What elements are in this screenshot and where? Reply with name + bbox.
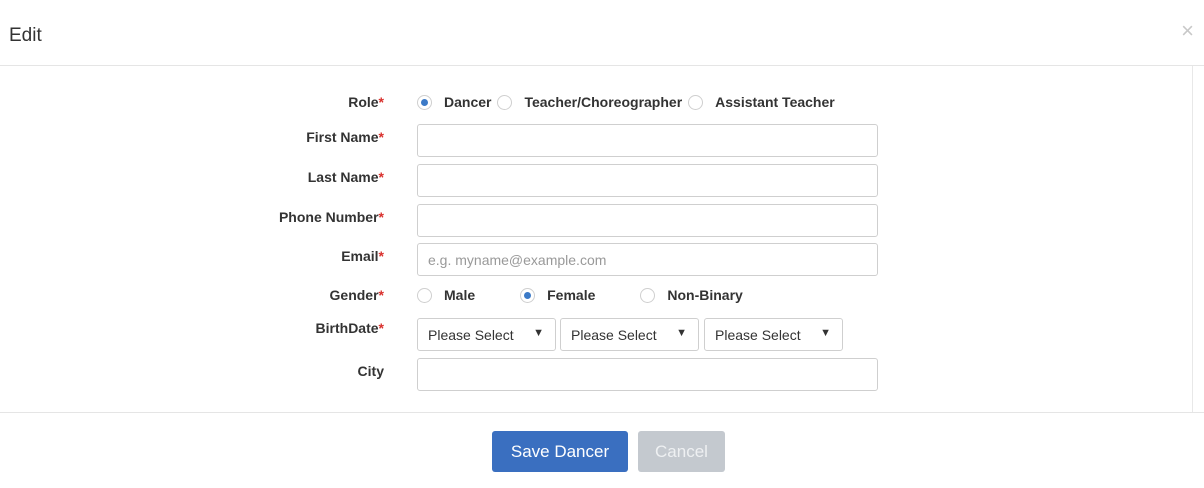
first-name-label: First Name* <box>306 129 384 145</box>
gender-option-label: Male <box>444 287 476 303</box>
city-label: City <box>357 363 384 379</box>
birthdate-label: BirthDate* <box>316 320 384 336</box>
edit-dialog: Edit × Role* Dancer Teacher/Choreographe… <box>0 0 1204 488</box>
cancel-button[interactable]: Cancel <box>638 431 725 472</box>
role-option-label: Teacher/Choreographer <box>524 94 683 110</box>
role-option-assistant[interactable]: Assistant Teacher <box>688 94 835 110</box>
email-input[interactable] <box>417 243 878 276</box>
gender-option-non-binary[interactable]: Non-Binary <box>640 287 743 303</box>
gender-option-male[interactable]: Male <box>417 287 475 303</box>
required-mark: * <box>378 169 384 185</box>
gender-option-female[interactable]: Female <box>520 287 595 303</box>
role-option-dancer[interactable]: Dancer <box>417 94 491 110</box>
role-option-label: Assistant Teacher <box>715 94 835 110</box>
required-mark: * <box>378 94 384 110</box>
select-value: Please Select <box>428 327 514 343</box>
required-mark: * <box>378 129 384 145</box>
gender-radio-group: Male Female Non-Binary <box>417 286 743 304</box>
radio-checked-icon[interactable] <box>520 287 536 303</box>
birth-day-select[interactable]: Please Select ▼ <box>560 318 699 351</box>
phone-label-text: Phone Number <box>278 209 379 225</box>
dialog-title: Edit <box>9 25 42 46</box>
required-mark: * <box>378 248 384 264</box>
select-value: Please Select <box>571 327 657 343</box>
radio-icon[interactable] <box>640 287 656 303</box>
required-mark: * <box>378 320 384 336</box>
email-label: Email* <box>341 248 384 264</box>
radio-icon[interactable] <box>417 287 432 303</box>
first-name-input[interactable] <box>417 124 878 157</box>
phone-label: Phone Number* <box>279 209 384 225</box>
radio-icon[interactable] <box>497 94 513 110</box>
gender-option-label: Female <box>547 287 596 303</box>
caret-down-icon: ▼ <box>676 327 687 339</box>
city-input[interactable] <box>417 358 878 391</box>
gender-option-label: Non-Binary <box>667 287 743 303</box>
last-name-label-text: Last Name <box>307 169 379 185</box>
dialog-header: Edit × <box>0 0 1204 66</box>
gender-label-text: Gender <box>329 287 379 303</box>
select-value: Please Select <box>715 327 801 343</box>
dialog-body: Role* Dancer Teacher/Choreographer Assis… <box>0 66 1204 413</box>
save-dancer-button[interactable]: Save Dancer <box>492 431 628 472</box>
radio-icon[interactable] <box>688 94 704 110</box>
phone-input[interactable] <box>417 204 878 237</box>
caret-down-icon: ▼ <box>533 327 544 339</box>
close-icon[interactable]: × <box>1181 20 1194 42</box>
role-label: Role* <box>348 94 384 110</box>
caret-down-icon: ▼ <box>820 327 831 339</box>
birth-year-select[interactable]: Please Select ▼ <box>704 318 843 351</box>
last-name-label: Last Name* <box>308 169 384 185</box>
first-name-label-text: First Name <box>306 129 379 145</box>
role-label-text: Role <box>348 94 379 110</box>
scrollbar-edge <box>1192 66 1193 412</box>
required-mark: * <box>378 209 384 225</box>
role-radio-group: Dancer Teacher/Choreographer Assistant T… <box>417 93 835 111</box>
birth-month-select[interactable]: Please Select ▼ <box>417 318 556 351</box>
role-option-teacher[interactable]: Teacher/Choreographer <box>497 94 682 110</box>
radio-checked-icon[interactable] <box>417 94 432 110</box>
email-label-text: Email <box>341 248 379 264</box>
birthdate-label-text: BirthDate <box>315 320 379 336</box>
gender-label: Gender* <box>330 287 384 303</box>
role-option-label: Dancer <box>444 94 492 110</box>
required-mark: * <box>378 287 384 303</box>
last-name-input[interactable] <box>417 164 878 197</box>
